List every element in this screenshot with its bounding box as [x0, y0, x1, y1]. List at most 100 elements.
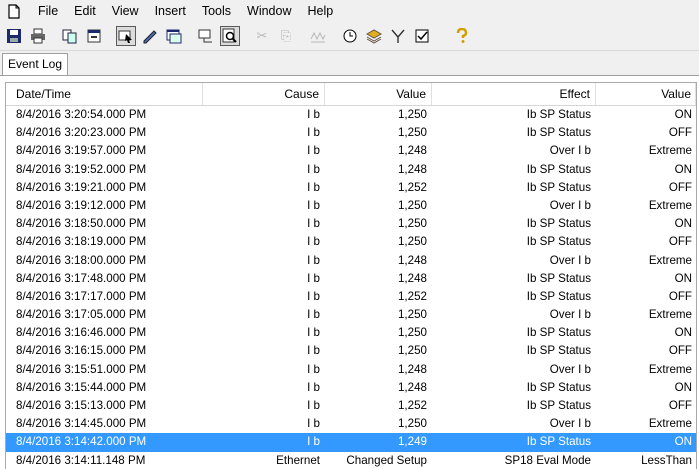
cell-cause: I b: [307, 326, 320, 340]
cell-effect: Over I b: [549, 362, 591, 376]
chart-icon: [308, 26, 328, 46]
menu-view[interactable]: View: [104, 0, 147, 22]
cell-cause: I b: [307, 144, 320, 158]
copy-icon[interactable]: [60, 26, 80, 46]
cell-cause: I b: [307, 253, 320, 267]
cell-cause: I b: [307, 344, 320, 358]
table-row[interactable]: 8/4/2016 3:19:12.000 PM I b 1,250 Over I b E…: [6, 197, 696, 215]
table-row[interactable]: 8/4/2016 3:16:15.000 PM I b 1,250 Ib SP Sta…: [6, 342, 696, 360]
cell-effect-value: LessThan: [641, 453, 692, 467]
table-row[interactable]: 8/4/2016 3:18:19.000 PM I b 1,250 Ib SP Sta…: [6, 233, 696, 251]
cell-effect-value: ON: [674, 162, 692, 176]
save-icon[interactable]: [4, 26, 24, 46]
cell-cause: I b: [307, 126, 320, 140]
cell-effect: Over I b: [549, 198, 591, 212]
window-icon[interactable]: [164, 26, 184, 46]
table-header: Date/Time Cause Value Effect Value: [6, 83, 696, 106]
clock-icon[interactable]: [340, 26, 360, 46]
cell-date-time: 8/4/2016 3:16:15.000 PM: [16, 344, 147, 358]
column-header-cause[interactable]: Cause: [203, 83, 325, 105]
cell-cause: I b: [307, 417, 320, 431]
toolbar: ✂ ⎘: [0, 22, 699, 51]
cell-value: 1,248: [397, 162, 427, 176]
filter-icon[interactable]: [388, 26, 408, 46]
column-header-effect[interactable]: Effect: [432, 83, 596, 105]
cell-cause: I b: [307, 380, 320, 394]
cell-value: 1,248: [397, 271, 427, 285]
cell-cause: I b: [307, 289, 320, 303]
table-row[interactable]: 8/4/2016 3:19:57.000 PM I b 1,248 Over I b E…: [6, 142, 696, 160]
checkbox-icon[interactable]: [412, 26, 432, 46]
menu-window[interactable]: Window: [239, 0, 299, 22]
properties-icon[interactable]: [84, 26, 104, 46]
table-row[interactable]: 8/4/2016 3:19:52.000 PM I b 1,248 Ib SP Sta…: [6, 161, 696, 179]
table-row[interactable]: 8/4/2016 3:14:42.000 PM I b 1,249 Ib SP Sta…: [6, 433, 696, 452]
cell-effect: Ib SP Status: [526, 108, 591, 121]
menu-insert[interactable]: Insert: [147, 0, 194, 22]
cell-effect-value: Extreme: [648, 417, 692, 431]
table-body: 8/4/2016 3:20:54.000 PM I b 1,250 Ib SP Sta…: [6, 106, 696, 469]
cell-value: 1,248: [397, 362, 427, 376]
cell-effect-value: Extreme: [648, 144, 692, 158]
table-row[interactable]: 8/4/2016 3:15:13.000 PM I b 1,252 Ib SP Sta…: [6, 397, 696, 415]
menu-tools[interactable]: Tools: [194, 0, 239, 22]
paste-icon: ⎘: [280, 28, 292, 43]
cell-cause: I b: [307, 162, 320, 176]
table-row[interactable]: 8/4/2016 3:17:05.000 PM I b 1,250 Over I b E…: [6, 306, 696, 324]
column-header-value[interactable]: Value: [325, 83, 432, 105]
table-row[interactable]: 8/4/2016 3:20:54.000 PM I b 1,250 Ib SP Sta…: [6, 106, 696, 124]
menu-file[interactable]: File: [30, 0, 66, 22]
edit-icon[interactable]: [140, 26, 160, 46]
cell-value: 1,248: [397, 144, 427, 158]
table-row[interactable]: 8/4/2016 3:16:46.000 PM I b 1,250 Ib SP Sta…: [6, 324, 696, 342]
table-row[interactable]: 8/4/2016 3:14:11.148 PM Ethernet Changed S…: [6, 452, 696, 469]
cell-effect: Over I b: [549, 308, 591, 322]
table-row[interactable]: 8/4/2016 3:15:44.000 PM I b 1,248 Ib SP Sta…: [6, 379, 696, 397]
cell-effect: Ib SP Status: [526, 380, 591, 394]
cell-value: 1,250: [397, 198, 427, 212]
cell-effect-value: ON: [674, 435, 692, 449]
cell-effect: Ib SP Status: [526, 162, 591, 176]
zoom-icon[interactable]: [220, 26, 240, 46]
cell-value: 1,249: [397, 435, 427, 449]
cell-cause: I b: [307, 180, 320, 194]
table-row[interactable]: 8/4/2016 3:17:17.000 PM I b 1,252 Ib SP Sta…: [6, 288, 696, 306]
table-row[interactable]: 8/4/2016 3:17:48.000 PM I b 1,248 Ib SP Sta…: [6, 270, 696, 288]
cell-date-time: 8/4/2016 3:14:42.000 PM: [16, 435, 147, 449]
cut-icon: ✂: [256, 28, 268, 43]
tab-event-log[interactable]: Event Log: [2, 53, 68, 75]
cell-cause: I b: [307, 399, 320, 412]
cell-date-time: 8/4/2016 3:19:52.000 PM: [16, 162, 147, 176]
column-header-effect-value[interactable]: Value: [596, 83, 696, 105]
table-row[interactable]: 8/4/2016 3:18:50.000 PM I b 1,250 Ib SP Sta…: [6, 215, 696, 233]
cell-value: 1,248: [397, 380, 427, 394]
table-row[interactable]: 8/4/2016 3:18:00.000 PM I b 1,248 Over I b E…: [6, 252, 696, 270]
column-header-date-time[interactable]: Date/Time: [6, 83, 203, 105]
cell-cause: I b: [307, 217, 320, 231]
cell-date-time: 8/4/2016 3:17:48.000 PM: [16, 271, 147, 285]
layers-icon[interactable]: [364, 26, 384, 46]
cell-effect: Over I b: [549, 417, 591, 431]
cell-value: 1,250: [397, 126, 427, 140]
table-row[interactable]: 8/4/2016 3:20:23.000 PM I b 1,250 Ib SP Sta…: [6, 124, 696, 142]
cell-date-time: 8/4/2016 3:18:19.000 PM: [16, 235, 147, 249]
tab-strip: Event Log: [0, 51, 699, 76]
cell-effect: Ib SP Status: [526, 289, 591, 303]
menu-help[interactable]: Help: [300, 0, 342, 22]
menu-edit[interactable]: Edit: [66, 0, 104, 22]
connect-icon[interactable]: [196, 26, 216, 46]
table-row[interactable]: 8/4/2016 3:14:45.000 PM I b 1,250 Over I b E…: [6, 415, 696, 433]
cell-date-time: 8/4/2016 3:18:50.000 PM: [16, 217, 147, 231]
print-icon[interactable]: [28, 26, 48, 46]
table-row[interactable]: 8/4/2016 3:15:51.000 PM I b 1,248 Over I b E…: [6, 361, 696, 379]
cell-value: 1,250: [397, 344, 427, 358]
select-icon[interactable]: [116, 26, 136, 46]
cell-cause: I b: [307, 271, 320, 285]
cell-effect-value: ON: [674, 380, 692, 394]
table-row[interactable]: 8/4/2016 3:19:21.000 PM I b 1,252 Ib SP Sta…: [6, 179, 696, 197]
cell-value: 1,250: [397, 417, 427, 431]
help-icon[interactable]: [452, 26, 472, 46]
cell-effect-value: OFF: [668, 344, 692, 358]
cell-date-time: 8/4/2016 3:19:57.000 PM: [16, 144, 147, 158]
cell-effect-value: Extreme: [648, 308, 692, 322]
